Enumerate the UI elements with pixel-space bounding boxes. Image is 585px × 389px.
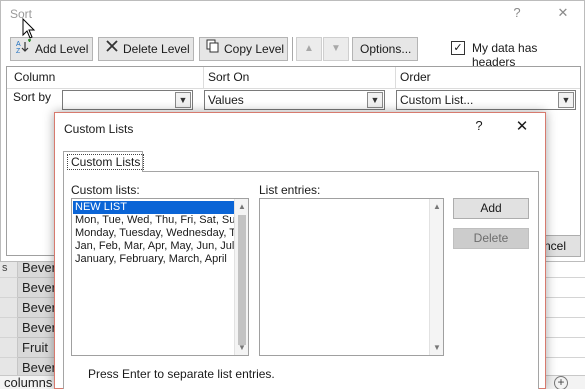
sort-on-value: Values	[208, 93, 244, 107]
tab-custom-lists[interactable]: Custom Lists	[63, 151, 145, 172]
row-header	[0, 318, 18, 338]
custom-lists-listbox[interactable]: NEW LIST Mon, Tue, Wed, Thu, Fri, Sat, S…	[71, 198, 249, 356]
sort-help-button[interactable]: ?	[507, 4, 527, 22]
list-item[interactable]: Mon, Tue, Wed, Thu, Fri, Sat, Sun	[73, 214, 234, 227]
worksheet-cell-right[interactable]	[546, 298, 585, 318]
sort-column-combo[interactable]: ▼	[62, 90, 193, 110]
scroll-thumb[interactable]	[238, 215, 246, 345]
order-value: Custom List...	[400, 93, 474, 107]
list-entries-label: List entries:	[259, 183, 321, 197]
custom-lists-help-button[interactable]: ?	[471, 118, 487, 133]
list-entries-scrollbar[interactable]: ▲ ▼	[429, 199, 443, 355]
add-level-button[interactable]: AZ Add Level	[10, 37, 93, 61]
worksheet-cell-right[interactable]	[546, 318, 585, 338]
add-button[interactable]: Add	[453, 198, 529, 219]
chevron-down-icon[interactable]: ▼	[175, 92, 191, 108]
custom-lists-title: Custom Lists	[64, 122, 134, 136]
worksheet-cell-right[interactable]	[546, 338, 585, 358]
delete-level-label: Delete Level	[123, 42, 190, 56]
chevron-down-icon[interactable]: ▼	[558, 92, 574, 108]
svg-text:Z: Z	[16, 48, 21, 53]
chevron-down-icon[interactable]: ▼	[367, 92, 383, 108]
custom-lists-dialog: Custom Lists ? ✕ Custom Lists Custom lis…	[54, 112, 546, 389]
sort-close-button[interactable]: ✕	[553, 4, 573, 22]
move-up-button[interactable]: ▲	[296, 37, 322, 61]
my-data-has-headers-label: My data has headers	[472, 41, 538, 69]
copy-level-label: Copy Level	[224, 42, 285, 56]
copy-level-icon	[204, 38, 222, 60]
add-level-icon: AZ	[15, 38, 33, 60]
row-header	[0, 338, 18, 358]
list-item[interactable]: NEW LIST	[73, 201, 234, 214]
custom-lists-scrollbar[interactable]: ▲ ▼	[234, 199, 248, 355]
svg-text:A: A	[16, 41, 21, 48]
list-entries-hint: Press Enter to separate list entries.	[88, 367, 275, 381]
scroll-down-icon[interactable]: ▼	[235, 343, 248, 352]
options-button[interactable]: Options...	[352, 37, 418, 61]
column-divider	[395, 67, 396, 88]
move-down-button[interactable]: ▼	[323, 37, 349, 61]
column-divider	[203, 67, 204, 88]
add-level-label: Add Level	[35, 42, 89, 56]
tab-custom-lists-label: Custom Lists	[67, 154, 145, 170]
order-header: Order	[400, 70, 431, 84]
row-header	[0, 298, 18, 318]
worksheet-cell-right[interactable]	[546, 278, 585, 298]
custom-lists-panel: Custom lists: List entries: NEW LIST Mon…	[63, 171, 539, 389]
scroll-up-icon[interactable]: ▲	[235, 202, 248, 211]
sort-by-label: Sort by	[13, 90, 52, 104]
sort-on-combo[interactable]: Values ▼	[204, 90, 385, 110]
list-item[interactable]: Jan, Feb, Mar, Apr, May, Jun, Jul	[73, 240, 234, 253]
new-sheet-plus-icon[interactable]: +	[554, 376, 568, 389]
custom-lists-close-button[interactable]: ✕	[514, 117, 530, 135]
list-item[interactable]: January, February, March, April	[73, 253, 234, 266]
delete-level-icon	[103, 38, 121, 60]
scroll-down-icon[interactable]: ▼	[430, 343, 443, 352]
order-combo[interactable]: Custom List... ▼	[396, 90, 576, 110]
sheet-tab[interactable]: columns	[0, 376, 52, 389]
list-entries-textarea[interactable]: ▲ ▼	[259, 198, 444, 356]
delete-level-button[interactable]: Delete Level	[98, 37, 194, 61]
delete-button[interactable]: Delete	[453, 228, 529, 249]
scroll-up-icon[interactable]: ▲	[430, 202, 443, 211]
custom-lists-label: Custom lists:	[71, 183, 140, 197]
row-header	[0, 278, 18, 298]
mouse-pointer-icon	[22, 18, 36, 39]
header-divider	[7, 88, 580, 89]
my-data-has-headers-checkbox[interactable]: ✓	[451, 41, 465, 55]
toolbar-separator	[292, 37, 293, 61]
sort-on-header: Sort On	[208, 70, 250, 84]
list-item[interactable]: Monday, Tuesday, Wednesday, Thursday	[73, 227, 234, 240]
copy-level-button[interactable]: Copy Level	[199, 37, 288, 61]
column-header: Column	[14, 70, 56, 84]
